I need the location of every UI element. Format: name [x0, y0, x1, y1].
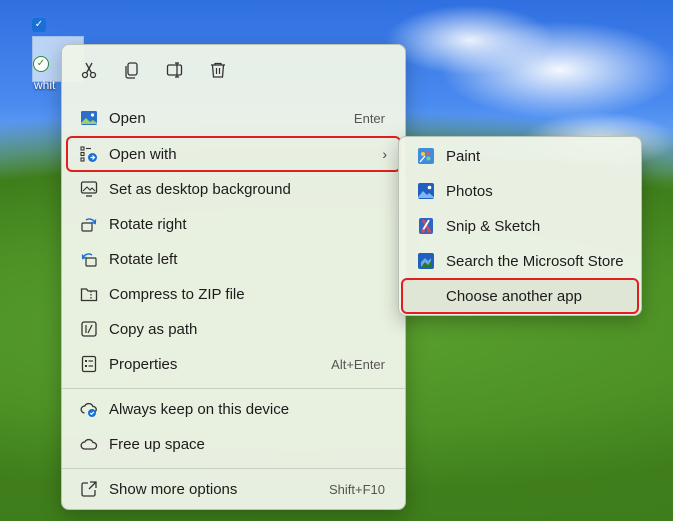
- menu-divider: [62, 388, 405, 389]
- menu-item-rotate-right[interactable]: Rotate right: [68, 208, 399, 240]
- rotate-left-icon: [80, 250, 98, 268]
- rename-icon: [166, 61, 184, 84]
- submenu-item-photos[interactable]: Photos: [403, 175, 637, 207]
- menu-item-open[interactable]: Open Enter: [68, 102, 399, 134]
- menu-item-label: Rotate right: [109, 215, 187, 233]
- menu-item-compress-zip[interactable]: Compress to ZIP file: [68, 278, 399, 310]
- menu-item-label: Set as desktop background: [109, 180, 291, 198]
- open-with-submenu: Paint Photos Snip & Sketch Search the Mi…: [398, 136, 642, 316]
- submenu-item-label: Search the Microsoft Store: [446, 252, 624, 270]
- paint-icon: [417, 147, 435, 165]
- menu-item-set-desktop-background[interactable]: Set as desktop background: [68, 173, 399, 205]
- properties-icon: [80, 355, 98, 373]
- delete-button[interactable]: [203, 57, 233, 87]
- scissors-icon: [80, 61, 98, 84]
- submenu-item-label: Choose another app: [446, 287, 582, 305]
- selection-checkbox[interactable]: ✓: [32, 18, 46, 32]
- cut-button[interactable]: [74, 57, 104, 87]
- menu-divider: [62, 468, 405, 469]
- menu-item-label: Free up space: [109, 435, 205, 453]
- copy-button[interactable]: [117, 57, 147, 87]
- shortcut-text: Enter: [353, 110, 385, 126]
- menu-item-properties[interactable]: Properties Alt+Enter: [68, 348, 399, 380]
- context-toolbar: [62, 45, 405, 97]
- desktop-background-icon: [80, 180, 98, 198]
- menu-item-label: Always keep on this device: [109, 400, 290, 418]
- image-icon: [80, 109, 98, 127]
- copy-icon: [123, 61, 141, 84]
- copy-path-icon: [80, 320, 98, 338]
- snip-sketch-icon: [417, 217, 435, 235]
- menu-item-label: Open with: [109, 145, 177, 163]
- submenu-item-label: Paint: [446, 147, 481, 165]
- rename-button[interactable]: [160, 57, 190, 87]
- context-menu: Open Enter Open with › Set as desktop ba…: [61, 44, 406, 510]
- menu-item-free-up-space[interactable]: Free up space: [68, 428, 399, 460]
- submenu-item-label: Snip & Sketch: [446, 217, 541, 235]
- synced-status-icon: ✓: [33, 56, 49, 72]
- open-with-icon: [80, 145, 98, 163]
- shortcut-text: Alt+Enter: [331, 356, 385, 372]
- cloud-keep-icon: [80, 400, 98, 418]
- cloud-icon: [80, 435, 98, 453]
- photos-icon: [417, 182, 435, 200]
- menu-item-rotate-left[interactable]: Rotate left: [68, 243, 399, 275]
- blank-icon-space: [417, 287, 435, 305]
- menu-item-label: Copy as path: [109, 320, 198, 338]
- menu-item-label: Compress to ZIP file: [109, 285, 245, 303]
- submenu-item-paint[interactable]: Paint: [403, 140, 637, 172]
- menu-item-label: Show more options: [109, 480, 238, 498]
- menu-item-always-keep[interactable]: Always keep on this device: [68, 393, 399, 425]
- submenu-item-snip-sketch[interactable]: Snip & Sketch: [403, 210, 637, 242]
- menu-item-label: Properties: [109, 355, 178, 373]
- submenu-item-label: Photos: [446, 182, 493, 200]
- trash-icon: [209, 61, 227, 84]
- store-icon: [417, 252, 435, 270]
- menu-item-label: Open: [109, 109, 146, 127]
- submenu-item-choose-another-app[interactable]: Choose another app: [403, 280, 637, 312]
- zip-folder-icon: [80, 285, 98, 303]
- menu-item-copy-as-path[interactable]: Copy as path: [68, 313, 399, 345]
- more-options-icon: [80, 480, 98, 498]
- submenu-item-microsoft-store[interactable]: Search the Microsoft Store: [403, 245, 637, 277]
- file-name: whit: [34, 78, 56, 92]
- menu-item-show-more-options[interactable]: Show more options Shift+F10: [68, 473, 399, 505]
- chevron-right-icon: ›: [382, 146, 387, 162]
- shortcut-text: Shift+F10: [328, 481, 385, 497]
- rotate-right-icon: [80, 215, 98, 233]
- menu-item-open-with[interactable]: Open with ›: [68, 138, 399, 170]
- menu-item-label: Rotate left: [109, 250, 178, 268]
